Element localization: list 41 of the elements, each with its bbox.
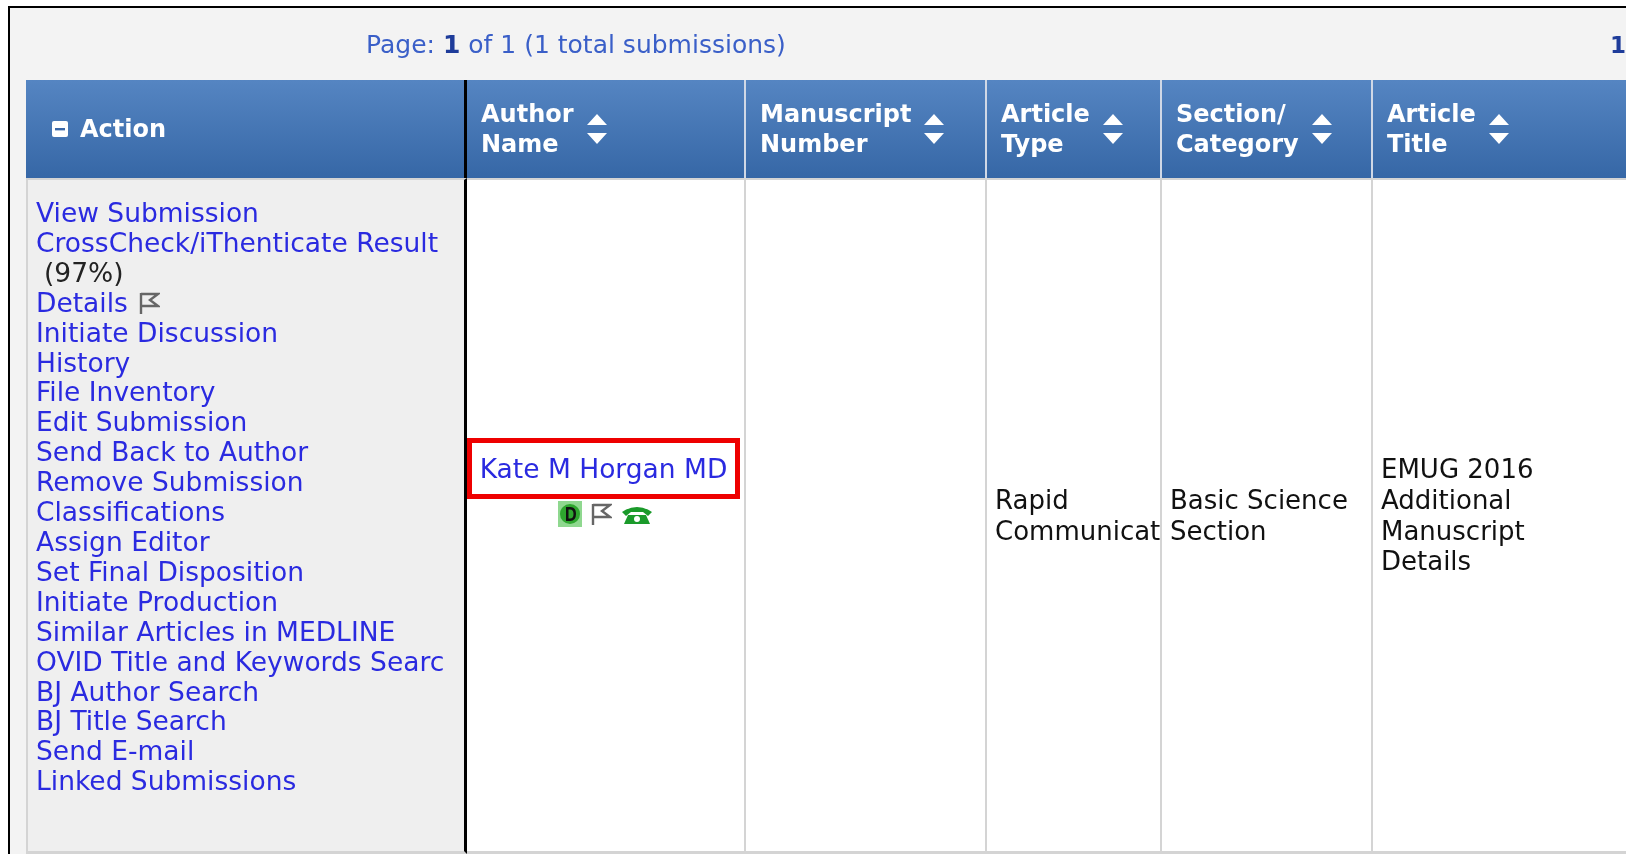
action-link[interactable]: Edit Submission	[36, 407, 248, 438]
action-link[interactable]: OVID Title and Keywords Searc	[36, 646, 445, 677]
action-link[interactable]: Initiate Production	[36, 586, 279, 617]
sort-arrows-icon	[1487, 112, 1510, 146]
sort-arrows-icon	[1310, 112, 1333, 146]
column-header[interactable]: Section/ Category	[1162, 80, 1373, 178]
page-link[interactable]: 1	[1610, 32, 1626, 58]
similarity-score: (97%)	[43, 257, 125, 288]
sort-arrows-icon	[923, 112, 946, 146]
collapse-icon	[52, 121, 68, 137]
page-indicator: Page: 1 of 1 (1 total submissions)	[366, 29, 786, 59]
action-link[interactable]: Set Final Disposition	[36, 556, 304, 587]
action-link[interactable]: CrossCheck/iThenticate Result	[36, 227, 439, 258]
sort-arrows-icon	[1101, 112, 1124, 146]
author-link[interactable]: Kate M Horgan MD	[466, 438, 741, 499]
column-header[interactable]: Author Name	[467, 80, 746, 178]
action-link[interactable]: Initiate Discussion	[36, 317, 278, 348]
action-link[interactable]: Remove Submission	[36, 467, 304, 498]
action-link[interactable]: File Inventory	[36, 377, 216, 408]
action-link[interactable]: Assign Editor	[36, 526, 210, 557]
column-header[interactable]: Manuscript Number	[746, 80, 987, 178]
action-link[interactable]: Send E-mail	[36, 736, 195, 767]
article-type-text: Rapid Communicat	[995, 484, 1161, 547]
action-link[interactable]: Linked Submissions	[36, 766, 297, 797]
column-header[interactable]: Action	[26, 80, 467, 178]
action-link[interactable]: Details	[36, 287, 128, 318]
action-link[interactable]: View Submission	[36, 198, 259, 228]
action-link[interactable]: BJ Author Search	[36, 676, 260, 707]
article-title-text: EMUG 2016 Additional Manuscript Details	[1381, 454, 1535, 577]
action-link[interactable]: History	[36, 347, 131, 378]
column-header[interactable]: Article Title	[1373, 80, 1626, 178]
action-link[interactable]: Similar Articles in MEDLINE	[36, 616, 396, 647]
d-badge-icon	[557, 501, 582, 527]
sort-arrows-icon	[585, 112, 608, 146]
section-text: Basic Science Section	[1170, 484, 1349, 547]
flag-icon	[589, 502, 612, 526]
flag-icon	[137, 290, 160, 315]
action-link[interactable]: Send Back to Author	[36, 437, 309, 468]
action-link[interactable]: BJ Title Search	[36, 706, 227, 737]
action-link[interactable]: Classifications	[36, 497, 226, 527]
column-header[interactable]: Article Type	[987, 80, 1162, 178]
